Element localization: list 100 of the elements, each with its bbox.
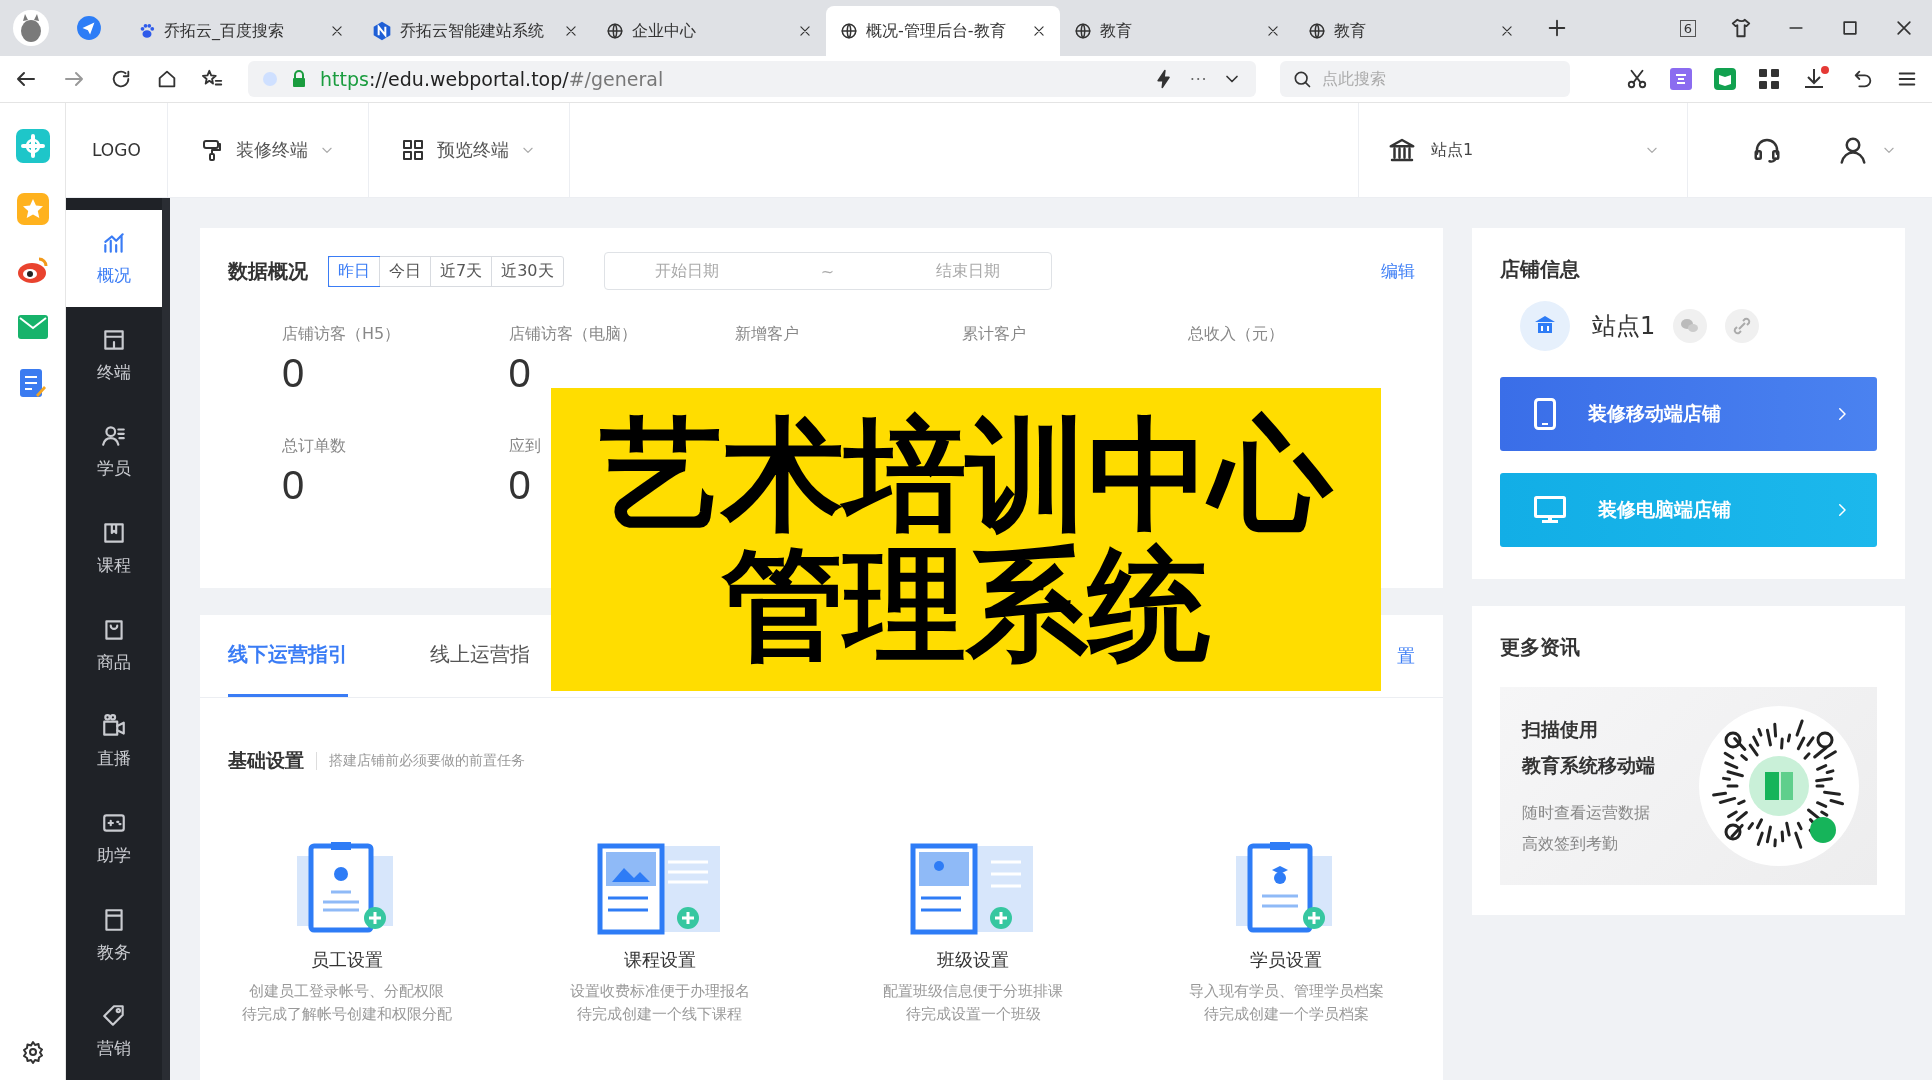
nav-item[interactable]: 直播 <box>66 693 162 791</box>
task-description: 配置班级信息便于分班排课 <box>883 982 1064 1001</box>
task-status: 待完成了解帐号创建和权限分配 <box>241 1005 452 1024</box>
qr-grid-icon <box>400 138 425 162</box>
lock-icon <box>292 70 306 88</box>
nav-item[interactable]: 概况 <box>66 210 162 307</box>
range-tab[interactable]: 近7天 <box>430 256 492 286</box>
close-icon[interactable] <box>1266 24 1280 38</box>
range-tab[interactable]: 今日 <box>379 256 430 286</box>
stat-value: 0 <box>508 463 532 508</box>
stat-label: 新增客户 <box>735 324 801 345</box>
paw-icon <box>138 22 156 40</box>
shirt-icon[interactable] <box>1730 17 1752 39</box>
close-icon[interactable] <box>564 24 578 38</box>
tab-count-badge[interactable]: 6 <box>1679 19 1696 37</box>
paper-plane-icon[interactable] <box>76 15 102 41</box>
search-icon <box>1292 69 1312 89</box>
store-name: 站点1 <box>1592 311 1656 342</box>
task-status: 待完成设置一个班级 <box>905 1005 1041 1024</box>
header-menu[interactable]: 装修终端 <box>167 103 369 197</box>
browser-tab[interactable]: 乔拓云_百度搜索 <box>124 6 358 56</box>
close-icon[interactable] <box>1032 24 1046 38</box>
browser-tab[interactable]: 企业中心 <box>592 6 826 56</box>
browser-tab[interactable]: 教育 <box>1060 6 1294 56</box>
nav-item[interactable]: 终端 <box>66 306 162 404</box>
grid-icon[interactable] <box>1758 68 1780 90</box>
task-description: 设置收费标准便于办理报名 <box>569 982 750 1001</box>
document-icon[interactable] <box>19 369 46 399</box>
task-status: 待完成创建一个线下课程 <box>577 1005 743 1024</box>
stat-label: 应到 <box>508 436 542 457</box>
nav-item[interactable]: 课程 <box>66 500 162 597</box>
section-hint: 搭建店铺前必须要做的前置任务 <box>316 752 525 770</box>
maximize-icon[interactable] <box>1840 18 1860 38</box>
settings-icon[interactable] <box>20 1040 45 1064</box>
promo-heading: 扫描使用 <box>1522 717 1599 742</box>
guide-tab[interactable]: 线下运营指引 <box>228 615 348 697</box>
task-title[interactable]: 员工设置 <box>310 948 383 972</box>
stat-value: 0 <box>508 351 532 396</box>
card-title: 数据概况 <box>228 257 308 285</box>
stat-label: 店铺访客（电脑） <box>508 324 638 345</box>
nav-item[interactable]: 教务 <box>66 886 162 984</box>
reload-icon[interactable] <box>110 68 132 90</box>
stat-label: 总订单数 <box>282 436 347 457</box>
scissors-icon[interactable] <box>1626 68 1648 90</box>
nav-item[interactable]: 营销 <box>66 983 162 1080</box>
home-icon[interactable] <box>156 68 178 90</box>
decorate-store-button[interactable]: 装修移动端店铺 <box>1500 377 1877 451</box>
browser-tab[interactable]: 教育 <box>1294 6 1528 56</box>
task-title[interactable]: 课程设置 <box>623 948 696 972</box>
stat-label: 累计客户 <box>961 324 1027 345</box>
stat-value: 0 <box>282 463 306 508</box>
card-title: 更多资讯 <box>1500 634 1581 661</box>
close-icon[interactable] <box>1500 24 1514 38</box>
eye-icon[interactable] <box>16 255 49 285</box>
globe-icon <box>606 22 624 40</box>
range-tab[interactable]: 昨日 <box>328 255 380 287</box>
task-description: 创建员工登录帐号、分配权限 <box>249 982 445 1001</box>
avatar-icon[interactable] <box>12 9 50 47</box>
stat-label: 店铺访客（H5） <box>282 324 402 345</box>
close-icon[interactable] <box>330 24 344 38</box>
monitor-icon <box>1534 496 1566 524</box>
title-banner-text: 艺术培训中心 <box>600 409 1332 540</box>
mail-icon[interactable] <box>17 315 48 339</box>
edit-link[interactable]: 编辑 <box>1381 259 1415 283</box>
promo-heading: 教育系统移动端 <box>1522 753 1656 778</box>
nav-item[interactable]: 商品 <box>66 596 162 694</box>
task-title[interactable]: 班级设置 <box>937 948 1010 972</box>
settings-link[interactable]: 置 <box>1397 644 1415 668</box>
stat-value: 0 <box>282 351 306 396</box>
browser-tab[interactable]: 乔拓云智能建站系统 <box>358 6 592 56</box>
translate-icon[interactable] <box>1670 68 1692 90</box>
user-icon[interactable] <box>1838 135 1868 165</box>
header-menu[interactable]: 预览终端 <box>368 103 570 197</box>
title-banner-text: 管理系统 <box>722 539 1210 670</box>
plus-icon[interactable] <box>1546 17 1568 39</box>
close-icon[interactable] <box>1894 18 1914 38</box>
browser-tab[interactable]: 概况-管理后台-教育 <box>826 6 1060 56</box>
promo-text: 随时查看运营数据 <box>1522 803 1651 824</box>
site-selector[interactable]: 站点1 <box>1358 103 1688 197</box>
range-tab[interactable]: 近30天 <box>491 256 563 286</box>
task-description: 导入现有学员、管理学员档案 <box>1188 982 1384 1001</box>
close-icon[interactable] <box>798 24 812 38</box>
globe-icon <box>840 22 858 40</box>
address-field[interactable]: https://edu.webportal.top/#/general <box>248 61 1256 97</box>
nav-item[interactable]: 助学 <box>66 790 162 887</box>
task-status: 待完成创建一个学员档案 <box>1203 1005 1369 1024</box>
stat-label: 总收入（元） <box>1188 324 1286 345</box>
section-title: 基础设置 <box>228 748 304 773</box>
nav-item[interactable]: 学员 <box>66 403 162 500</box>
book-icon[interactable] <box>1714 68 1736 90</box>
card-title: 店铺信息 <box>1500 256 1581 283</box>
guide-tab[interactable]: 线上运营指 <box>430 615 530 697</box>
bank-icon <box>1520 301 1570 351</box>
globe-icon <box>1074 22 1092 40</box>
task-title[interactable]: 学员设置 <box>1250 948 1323 972</box>
logo-text: LOGO <box>92 140 141 160</box>
promo-text: 高效签到考勤 <box>1522 834 1619 855</box>
phone-icon <box>1534 398 1556 430</box>
undo-icon[interactable] <box>1852 68 1874 90</box>
hexagon-icon <box>372 21 392 41</box>
